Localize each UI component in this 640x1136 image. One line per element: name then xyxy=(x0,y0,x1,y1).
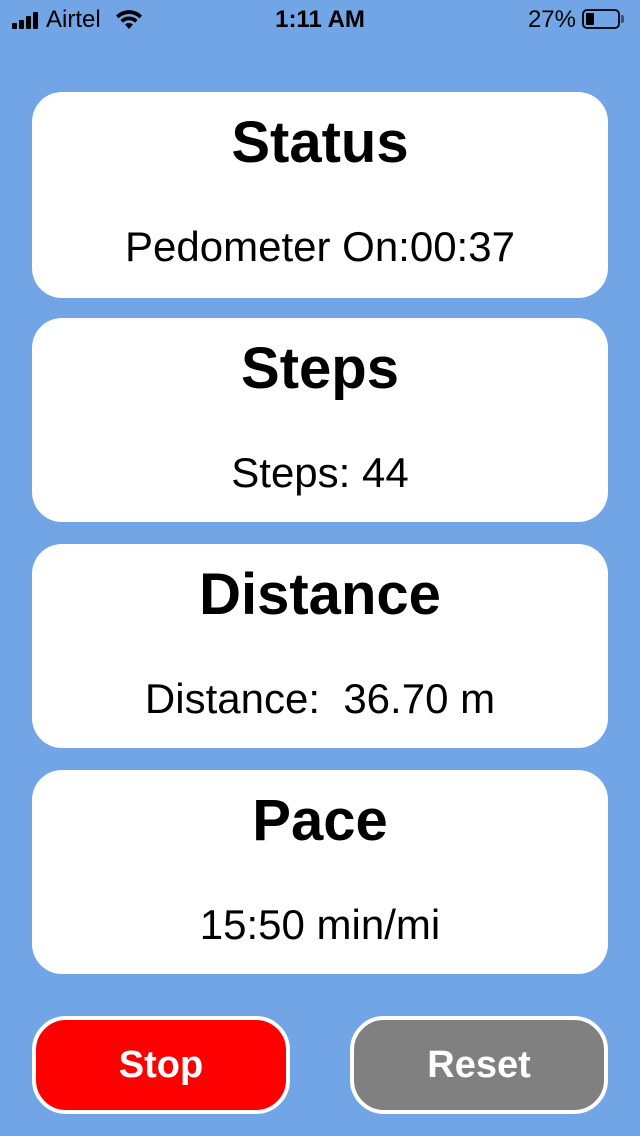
battery-icon xyxy=(582,9,626,31)
battery-fill xyxy=(586,13,594,25)
pace-card-title: Pace xyxy=(252,788,388,853)
distance-card-title: Distance xyxy=(199,562,441,627)
distance-card-value: Distance: 36.70 m xyxy=(144,675,496,722)
pace-card-value: 15:50 min/mi xyxy=(199,901,441,948)
status-bar: Airtel 1:11 AM 27% xyxy=(0,0,640,40)
stop-button[interactable]: Stop xyxy=(32,1016,290,1114)
battery-percent: 27% xyxy=(527,6,576,33)
battery-tip xyxy=(621,15,624,23)
steps-card-value: Steps: 44 xyxy=(231,449,409,496)
distance-card: Distance Distance: 36.70 m xyxy=(32,544,608,748)
steps-card-title: Steps xyxy=(241,336,399,401)
status-card: Status Pedometer On:00:37 xyxy=(32,92,608,298)
reset-button[interactable]: Reset xyxy=(350,1016,608,1114)
status-card-value: Pedometer On:00:37 xyxy=(125,223,515,270)
steps-card: Steps Steps: 44 xyxy=(32,318,608,522)
status-bar-right: 27% xyxy=(528,8,626,32)
status-card-title: Status xyxy=(231,110,409,175)
pace-card: Pace 15:50 min/mi xyxy=(32,770,608,974)
